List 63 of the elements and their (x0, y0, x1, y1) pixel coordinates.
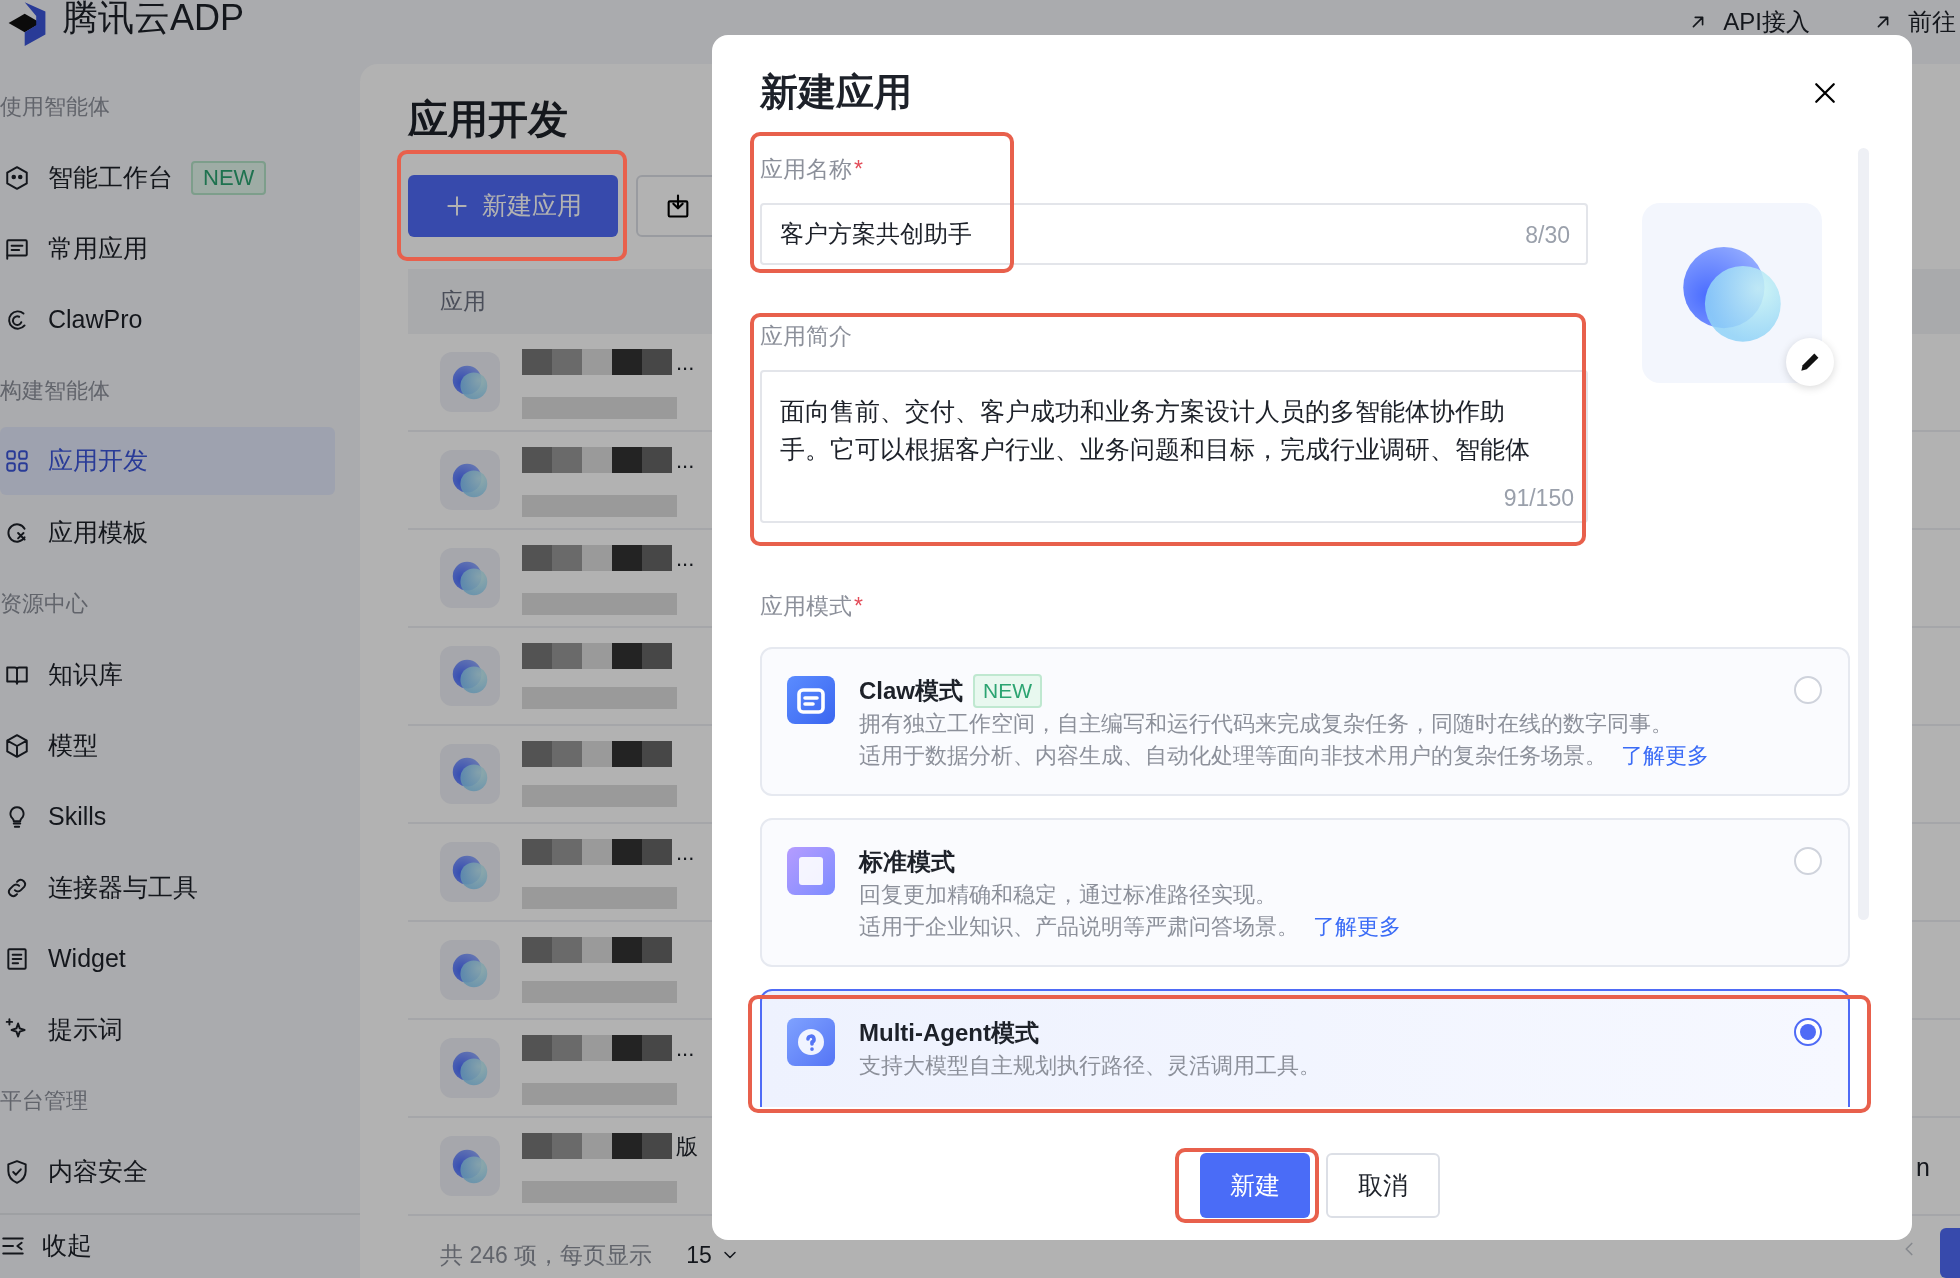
mode-description: 拥有独立工作空间，自主编写和运行代码来完成复杂任务，同随时在线的数字同事。 (859, 711, 1674, 738)
character-counter: 8/30 (1525, 221, 1570, 250)
text-fragment: 版 (676, 1132, 698, 1161)
mode-title: Claw模式 (859, 676, 963, 706)
text-fragment: ... (676, 838, 695, 867)
sidebar-item[interactable]: 应用模板 (0, 497, 335, 568)
mode-title: Multi-Agent模式 (859, 1018, 1039, 1048)
section-heading: 资源中心 (0, 590, 89, 618)
section-heading: 平台管理 (0, 1087, 89, 1115)
page-title: 应用开发 (408, 96, 569, 143)
sidebar-item[interactable]: 内容安全 (0, 1136, 335, 1207)
mode-description: 回复更加精确和稳定，通过标准路径实现。 (859, 882, 1278, 909)
page-size-select[interactable]: 15 (686, 1237, 740, 1272)
sidebar-item[interactable]: 提示词 (0, 994, 335, 1065)
text-fragment: n (1916, 1152, 1930, 1183)
chat-icon (787, 676, 835, 724)
field-label: 应用模式* (760, 592, 864, 621)
character-counter: 91/150 (1503, 483, 1574, 513)
collapse-button[interactable]: 收起 (0, 1215, 360, 1277)
grid-icon (4, 448, 30, 474)
text-fragment: ... (676, 1034, 695, 1063)
mode-title: 标准模式 (859, 847, 955, 877)
sidebar-item[interactable]: 常用应用 (0, 213, 335, 284)
mode-option[interactable]: Multi-Agent模式 支持大模型自主规划执行路径、灵活调用工具。 (760, 989, 1850, 1107)
learn-more-link[interactable]: 了解更多 (1313, 915, 1401, 939)
text-fragment: ... (676, 446, 695, 475)
external-link[interactable]: API接入 (1687, 4, 1810, 40)
create-button[interactable]: 新建 (1200, 1153, 1310, 1218)
radio-button[interactable] (1794, 1018, 1822, 1046)
total-count: 共 246 项，每页显示 (440, 1240, 653, 1270)
mode-description: 适用于企业知识、产品说明等严肃问答场景。 了解更多 (859, 914, 1402, 941)
new-badge: NEW (973, 674, 1042, 708)
new-app-button[interactable]: 新建应用 (408, 175, 618, 237)
shield-icon (4, 1158, 30, 1185)
learn-more-link[interactable]: 了解更多 (1621, 744, 1709, 768)
edit-avatar-button[interactable] (1786, 338, 1834, 386)
text-fragment: ... (676, 544, 695, 573)
mode-option[interactable]: 标准模式 回复更加精确和稳定，通过标准路径实现。 适用于企业知识、产品说明等严肃问答场景。 了解更多 (760, 818, 1850, 967)
dialog-title: 新建应用 (760, 69, 912, 115)
section-heading: 使用智能体 (0, 93, 111, 121)
mode-description: 适用于数据分析、内容生成、自动化处理等面向非技术用户的复杂任务场景。 了解更多 (859, 743, 1710, 770)
sidebar-item[interactable]: Skills (0, 781, 335, 852)
sidebar-item[interactable]: 模型 (0, 710, 335, 781)
sidebar-item[interactable]: 应用开发 (0, 427, 335, 495)
sidebar-item[interactable]: 智能工作台 NEW (0, 142, 335, 213)
cancel-button[interactable]: 取消 (1326, 1153, 1440, 1218)
external-link[interactable]: 前往 (1872, 4, 1956, 40)
sidebar-item[interactable]: ClawPro (0, 284, 335, 355)
mode-description: 支持大模型自主规划执行路径、灵活调用工具。 (859, 1053, 1322, 1080)
text-fragment: ... (676, 348, 695, 377)
document-icon (4, 945, 30, 972)
cube-icon (4, 732, 30, 759)
document-icon (787, 847, 835, 895)
sidebar-item[interactable]: 连接器与工具 (0, 852, 335, 923)
sidebar-item[interactable]: 知识库 (0, 639, 335, 710)
new-badge: NEW (191, 160, 267, 195)
section-heading: 构建智能体 (0, 377, 111, 405)
mode-option[interactable]: Claw模式 NEW 拥有独立工作空间，自主编写和运行代码来完成复杂任务，同随时在线的数字同事。 适用于数据分析、内容生成、自动化处理等面向非技术用户的复杂任务场景。 了解更多 (760, 647, 1850, 796)
robot-icon (4, 164, 30, 191)
brand-name: 腾讯云ADP (62, 0, 245, 36)
field-label: 应用名称* (760, 155, 864, 184)
question-icon (787, 1018, 835, 1066)
sidebar-item[interactable]: Widget (0, 923, 335, 994)
